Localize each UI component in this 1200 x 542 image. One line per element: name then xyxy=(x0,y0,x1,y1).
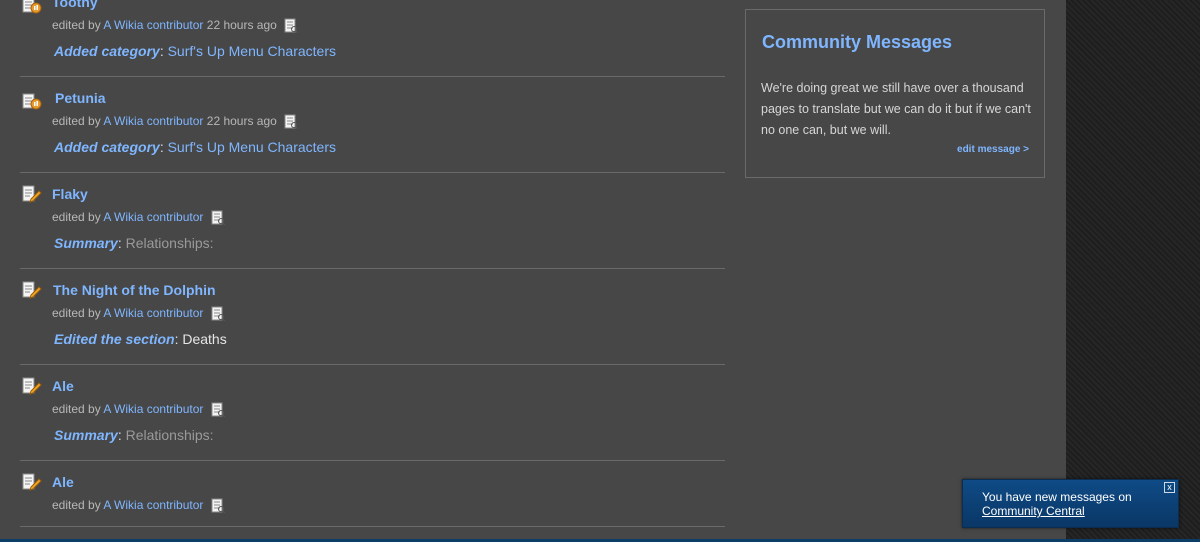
timestamp: 22 hours ago xyxy=(206,18,277,32)
edit-pencil-icon xyxy=(22,281,42,299)
content-area: Toothy edited by A Wikia contributor 22 … xyxy=(0,0,1066,542)
change-detail: Added category: Surf's Up Menu Character… xyxy=(54,43,336,59)
user-link[interactable]: A Wikia contributor xyxy=(103,114,203,128)
section-name: Deaths xyxy=(182,331,227,347)
edit-meta: edited by A Wikia contributor xyxy=(52,306,225,321)
diff-icon[interactable] xyxy=(211,306,225,321)
list-item: Petunia edited by A Wikia contributor 22… xyxy=(20,76,725,173)
detail-label: Added category xyxy=(54,139,160,155)
category-change-icon xyxy=(22,93,42,110)
summary-text: Relationships: xyxy=(125,235,214,251)
diff-icon[interactable] xyxy=(211,210,225,225)
edit-pencil-icon xyxy=(22,473,42,491)
category-link[interactable]: Surf's Up Menu Characters xyxy=(168,43,336,59)
user-link[interactable]: A Wikia contributor xyxy=(103,18,203,32)
list-item: Ale edited by A Wikia contributor Summar… xyxy=(20,364,725,461)
page-title-link[interactable]: Flaky xyxy=(52,186,88,202)
detail-label: Edited the section xyxy=(54,331,175,347)
community-central-link[interactable]: Community Central xyxy=(982,504,1085,518)
edited-by-text: edited by xyxy=(52,498,101,512)
edited-by-text: edited by xyxy=(52,402,101,416)
timestamp: 22 hours ago xyxy=(206,114,277,128)
edit-meta: edited by A Wikia contributor xyxy=(52,498,225,513)
list-item: Ale edited by A Wikia contributor xyxy=(20,460,725,527)
detail-label: Added category xyxy=(54,43,160,59)
page-title-link[interactable]: Toothy xyxy=(52,0,98,10)
edit-meta: edited by A Wikia contributor xyxy=(52,210,225,225)
diff-icon[interactable] xyxy=(284,18,299,33)
diff-icon[interactable] xyxy=(211,402,225,417)
close-icon[interactable]: x xyxy=(1164,482,1175,493)
edit-pencil-icon xyxy=(22,377,42,395)
edited-by-text: edited by xyxy=(52,210,101,224)
notification-text: You have new messages on Community Centr… xyxy=(982,490,1132,518)
user-link[interactable]: A Wikia contributor xyxy=(103,402,203,416)
page-title-link[interactable]: The Night of the Dolphin xyxy=(53,282,216,298)
user-link[interactable]: A Wikia contributor xyxy=(103,306,203,320)
change-detail: Summary: Relationships: xyxy=(54,427,214,443)
edit-meta: edited by A Wikia contributor 22 hours a… xyxy=(52,18,299,33)
summary-text: Relationships: xyxy=(125,427,214,443)
community-messages-module: Community Messages We're doing great we … xyxy=(745,9,1045,178)
change-detail: Summary: Relationships: xyxy=(54,235,214,251)
page-title-link[interactable]: Ale xyxy=(52,378,74,394)
module-title: Community Messages xyxy=(762,32,953,52)
edited-by-text: edited by xyxy=(52,114,101,128)
list-item: The Night of the Dolphin edited by A Wik… xyxy=(20,268,725,365)
edit-message-link[interactable]: edit message > xyxy=(957,144,1029,155)
category-change-icon xyxy=(22,0,42,14)
diff-icon[interactable] xyxy=(211,498,225,513)
detail-label: Summary xyxy=(54,235,118,251)
page-title-link[interactable]: Ale xyxy=(52,474,74,490)
change-detail: Added category: Surf's Up Menu Character… xyxy=(54,139,336,155)
new-messages-notification: You have new messages on Community Centr… xyxy=(962,479,1179,528)
change-detail: Edited the section: Deaths xyxy=(54,331,227,347)
edit-pencil-icon xyxy=(22,185,42,203)
edited-by-text: edited by xyxy=(52,18,101,32)
list-item: Toothy edited by A Wikia contributor 22 … xyxy=(20,0,725,77)
edit-meta: edited by A Wikia contributor xyxy=(52,402,225,417)
list-item: Flaky edited by A Wikia contributor Summ… xyxy=(20,172,725,269)
community-message-text: We're doing great we still have over a t… xyxy=(761,81,1031,137)
notification-message: You have new messages on xyxy=(982,490,1132,504)
category-link[interactable]: Surf's Up Menu Characters xyxy=(168,139,336,155)
user-link[interactable]: A Wikia contributor xyxy=(103,210,203,224)
page-title-link[interactable]: Petunia xyxy=(55,90,106,106)
detail-label: Summary xyxy=(54,427,118,443)
user-link[interactable]: A Wikia contributor xyxy=(103,498,203,512)
edited-by-text: edited by xyxy=(52,306,101,320)
edit-meta: edited by A Wikia contributor 22 hours a… xyxy=(52,114,299,129)
diff-icon[interactable] xyxy=(284,114,299,129)
background-texture xyxy=(1066,0,1200,542)
